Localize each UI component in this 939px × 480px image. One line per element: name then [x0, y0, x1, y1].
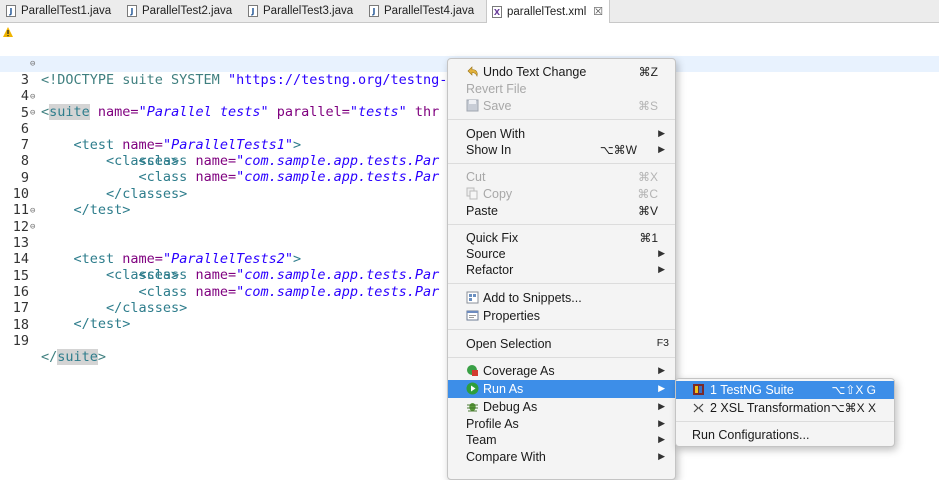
- submenu-arrow-icon: ▶: [658, 383, 665, 393]
- fold-icon[interactable]: ⊖: [30, 89, 35, 105]
- tab-label: ParallelTest1.java: [21, 5, 112, 17]
- submenu-arrow-icon: ▶: [658, 365, 665, 375]
- tab-paralleltest1[interactable]: J ParallelTest1.java: [6, 0, 111, 22]
- fold-icon[interactable]: ⊖: [30, 219, 35, 235]
- menu-separator: [676, 421, 894, 422]
- editor-tab-bar: J ParallelTest1.java J ParallelTest2.jav…: [0, 0, 939, 23]
- run-as-submenu: 1 TestNG Suite ⌥⇧X G 2 XSL Transformatio…: [675, 378, 895, 447]
- submenu-item-testng-suite[interactable]: 1 TestNG Suite ⌥⇧X G: [676, 381, 894, 399]
- run-icon: [466, 382, 479, 395]
- undo-icon: [467, 66, 478, 77]
- menu-item-paste[interactable]: Paste ⌘V: [448, 202, 675, 220]
- java-file-icon: J: [248, 5, 258, 17]
- save-icon: [466, 99, 479, 112]
- debug-bug-icon: [467, 403, 478, 412]
- menu-item-copy[interactable]: Copy ⌘C: [448, 185, 675, 203]
- xml-file-icon: X: [492, 5, 502, 18]
- warning-icon: [3, 27, 13, 37]
- fold-icon[interactable]: ⊖: [30, 203, 35, 219]
- tab-paralleltest2[interactable]: J ParallelTest2.java: [127, 0, 232, 22]
- menu-separator: [448, 283, 675, 284]
- menu-item-compare-with[interactable]: Compare With ▶: [448, 448, 675, 466]
- menu-item-add-to-snippets[interactable]: Add to Snippets...: [448, 289, 675, 307]
- properties-icon: [466, 310, 479, 321]
- snippets-icon: [466, 291, 479, 304]
- tab-paralleltest4[interactable]: J ParallelTest4.java: [369, 0, 474, 22]
- menu-item-debug-as[interactable]: Debug As ▶: [448, 398, 675, 416]
- submenu-arrow-icon: ▶: [658, 144, 665, 154]
- copy-icon: [466, 187, 478, 200]
- fold-icon[interactable]: ⊖: [30, 56, 35, 72]
- submenu-item-xsl-transformation[interactable]: 2 XSL Transformation ⌥⌘X X: [676, 399, 894, 417]
- code-line: 1 <!DOCTYPE suite SYSTEM "https://testng…: [0, 24, 939, 88]
- testng-icon: [693, 384, 704, 395]
- java-file-icon: J: [6, 5, 16, 17]
- menu-separator: [448, 119, 675, 120]
- menu-separator: [448, 224, 675, 225]
- menu-item-team[interactable]: Team ▶: [448, 431, 675, 449]
- submenu-arrow-icon: ▶: [658, 418, 665, 428]
- tab-label: parallelTest.xml: [507, 5, 587, 18]
- java-file-icon: J: [369, 5, 379, 17]
- menu-separator: [448, 163, 675, 164]
- menu-separator: [448, 329, 675, 330]
- menu-item-show-in[interactable]: Show In ⌥⌘W ▶: [448, 141, 675, 159]
- tab-label: ParallelTest2.java: [142, 5, 233, 17]
- menu-item-undo[interactable]: Undo Text Change ⌘Z: [448, 63, 675, 81]
- submenu-arrow-icon: ▶: [658, 451, 665, 461]
- menu-item-coverage-as[interactable]: Coverage As ▶: [448, 362, 675, 380]
- menu-separator: [448, 357, 675, 358]
- menu-item-save[interactable]: Save ⌘S: [448, 97, 675, 115]
- tab-paralleltest3[interactable]: J ParallelTest3.java: [248, 0, 353, 22]
- java-file-icon: J: [127, 5, 137, 17]
- coverage-icon: [467, 365, 478, 376]
- context-menu: Undo Text Change ⌘Z Revert File Save ⌘S …: [447, 58, 676, 480]
- tab-label: ParallelTest3.java: [263, 5, 354, 17]
- menu-item-revert-file[interactable]: Revert File: [448, 80, 675, 98]
- menu-item-refactor[interactable]: Refactor ▶: [448, 261, 675, 279]
- submenu-item-run-configurations[interactable]: Run Configurations...: [676, 426, 894, 444]
- close-icon[interactable]: ☒: [593, 5, 603, 18]
- tab-paralleltest-xml[interactable]: X parallelTest.xml ☒: [486, 0, 611, 23]
- submenu-arrow-icon: ▶: [658, 264, 665, 274]
- fold-icon[interactable]: ⊖: [30, 105, 35, 121]
- tab-label: ParallelTest4.java: [384, 5, 475, 17]
- submenu-arrow-icon: ▶: [658, 401, 665, 411]
- menu-item-run-as[interactable]: Run As ▶: [448, 380, 675, 398]
- submenu-arrow-icon: ▶: [658, 128, 665, 138]
- menu-item-cut[interactable]: Cut ⌘X: [448, 168, 675, 186]
- menu-item-properties[interactable]: Properties: [448, 307, 675, 325]
- submenu-arrow-icon: ▶: [658, 248, 665, 258]
- code-line: 2: [0, 40, 939, 72]
- submenu-arrow-icon: ▶: [658, 434, 665, 444]
- xsl-transform-icon: [693, 403, 704, 413]
- menu-item-open-selection[interactable]: Open Selection F3: [448, 335, 675, 353]
